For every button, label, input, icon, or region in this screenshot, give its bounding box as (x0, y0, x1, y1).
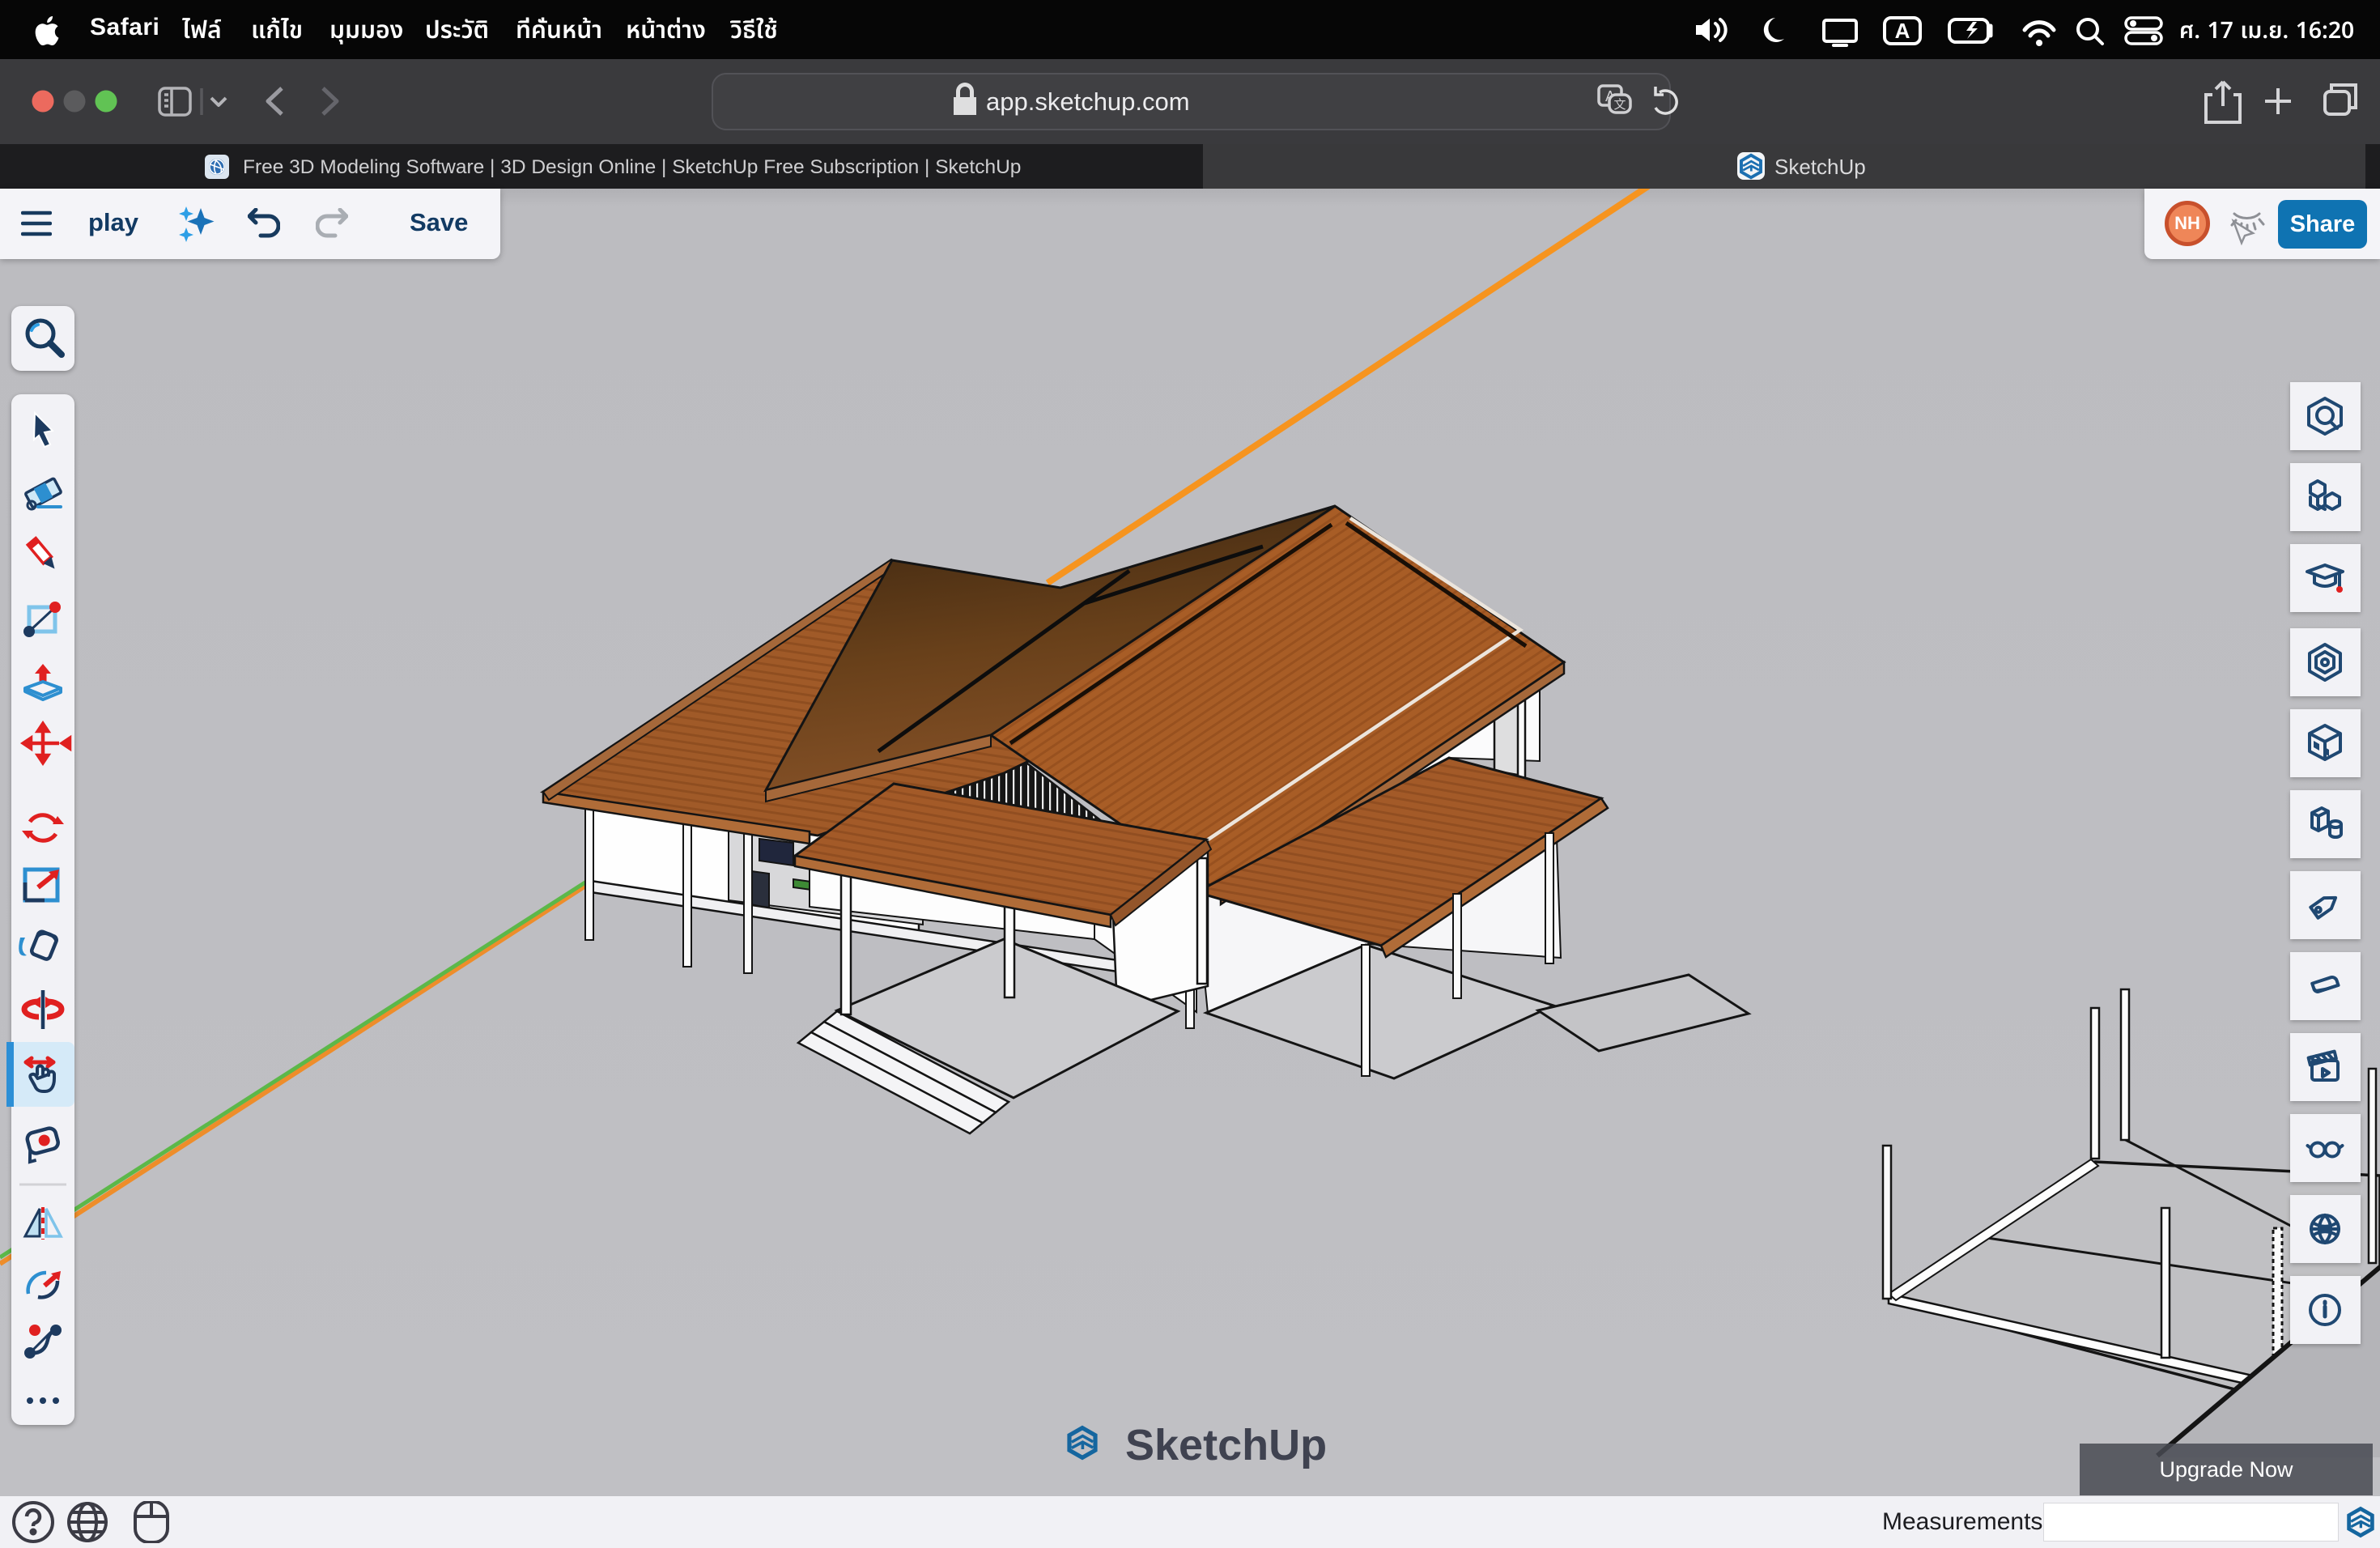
svg-text:SketchUp: SketchUp (1125, 1421, 1327, 1469)
svg-text:A: A (1895, 19, 1910, 43)
svg-text:文: 文 (1613, 98, 1626, 112)
svg-text:app.sketchup.com: app.sketchup.com (986, 87, 1190, 116)
